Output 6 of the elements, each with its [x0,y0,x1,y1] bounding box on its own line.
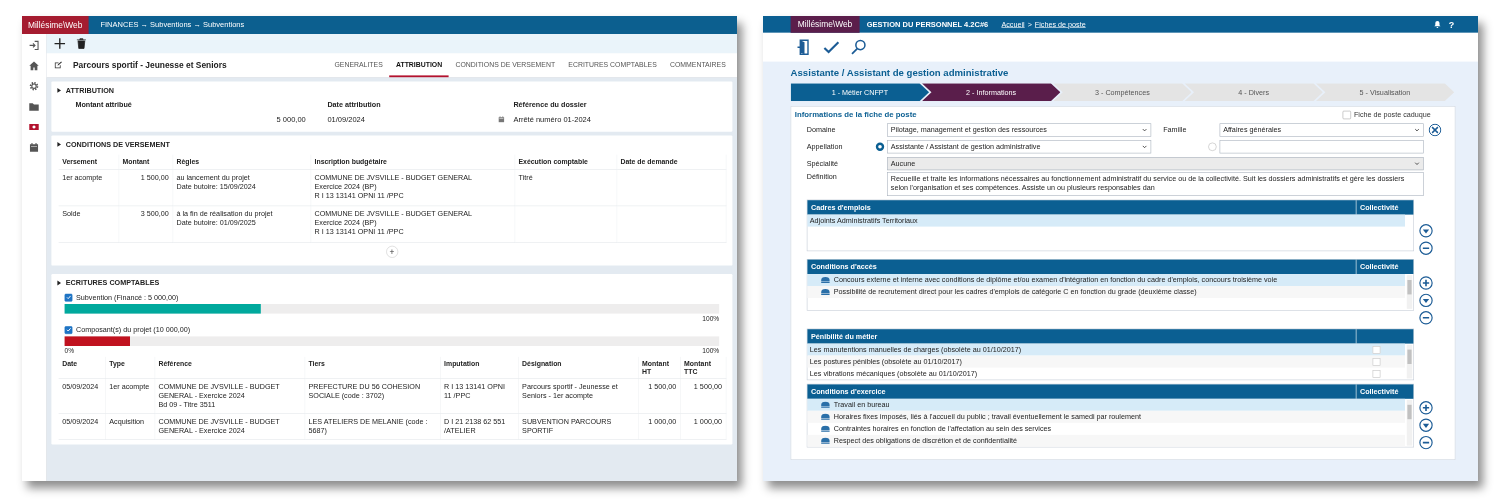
app-logo: Millésime\Web [790,16,860,33]
help-button[interactable]: ? [1448,19,1455,30]
add-row-button[interactable]: + [385,245,398,258]
record-title: Parcours sportif - Jeunesse et Seniors [73,60,228,70]
app-logo: Millésime\Web [22,16,89,34]
page-title: Assistante / Assistant de gestion administrative [789,66,1010,80]
